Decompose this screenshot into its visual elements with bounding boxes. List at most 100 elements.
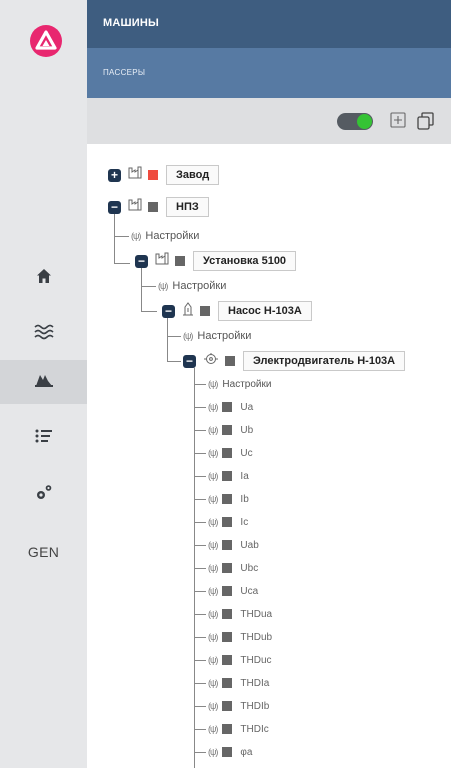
channel-item[interactable]: (ψ) Uca bbox=[208, 580, 258, 602]
status-square bbox=[222, 724, 233, 734]
tree-connector bbox=[141, 286, 156, 287]
signal-icon: (ψ) bbox=[208, 379, 218, 389]
signal-icon: (ψ) bbox=[208, 425, 218, 435]
status-square bbox=[222, 425, 233, 435]
expand-icon[interactable]: + bbox=[108, 168, 121, 182]
channel-item[interactable]: (ψ) Uc bbox=[208, 442, 253, 464]
gen-label: GEN bbox=[27, 544, 60, 560]
channel-item[interactable]: (ψ) Ubc bbox=[208, 557, 258, 579]
toggle-knob bbox=[357, 114, 372, 129]
factory-icon bbox=[155, 252, 169, 270]
channel-item[interactable]: (ψ) Ic bbox=[208, 511, 248, 533]
view-toggle[interactable] bbox=[337, 113, 373, 130]
channel-item[interactable]: (ψ) THDuc bbox=[208, 649, 272, 671]
status-square bbox=[222, 471, 233, 481]
list-nav-button[interactable] bbox=[0, 416, 87, 460]
pump-icon bbox=[182, 301, 194, 321]
tree-node-settings[interactable]: (ψ) Настройки bbox=[183, 325, 251, 347]
status-square bbox=[222, 609, 233, 619]
channel-label: Uab bbox=[240, 539, 259, 551]
tree-connector bbox=[194, 545, 206, 546]
channel-item[interactable]: (ψ) Ub bbox=[208, 419, 253, 441]
collapse-icon[interactable]: − bbox=[162, 304, 175, 318]
node-label[interactable]: Насос Н-103А bbox=[218, 301, 312, 321]
signal-icon: (ψ) bbox=[208, 724, 218, 734]
status-square bbox=[200, 306, 210, 316]
node-label[interactable]: Электродвигатель Н-103А bbox=[243, 351, 406, 371]
status-square bbox=[222, 494, 233, 504]
tree-connector bbox=[194, 407, 206, 408]
list-icon bbox=[35, 429, 53, 448]
subsection-title[interactable]: ПАССЕРЫ bbox=[103, 68, 145, 77]
tree-connector bbox=[194, 591, 206, 592]
gen-nav-button[interactable]: GEN bbox=[0, 530, 87, 574]
tree-node-settings[interactable]: (ψ) Настройки bbox=[158, 275, 226, 297]
channel-label: Ub bbox=[240, 424, 254, 436]
machine-tree: + Завод − НПЗ (ψ) Настройки − Установка … bbox=[87, 144, 451, 768]
subsection-header: ПАССЕРЫ bbox=[87, 48, 451, 98]
signal-icon: (ψ) bbox=[131, 231, 141, 241]
tree-node-root1[interactable]: + Завод bbox=[108, 164, 220, 186]
expand-all-icon[interactable] bbox=[389, 111, 407, 129]
channel-label: THDuc bbox=[240, 654, 272, 666]
channel-label: Ic bbox=[240, 516, 249, 528]
channel-item[interactable]: (ψ) THDua bbox=[208, 603, 272, 625]
tree-connector bbox=[114, 236, 115, 263]
signal-icon: (ψ) bbox=[208, 540, 218, 550]
tree-node-motor[interactable]: − Электродвигатель Н-103А bbox=[183, 350, 406, 372]
tree-node-pump[interactable]: − Насос Н-103А bbox=[162, 300, 312, 322]
channel-item[interactable]: (ψ) Ua bbox=[208, 396, 253, 418]
channel-label: THDIb bbox=[240, 700, 270, 712]
channel-item[interactable]: (ψ) THDIc bbox=[208, 718, 269, 740]
tree-connector bbox=[141, 311, 157, 312]
home-nav-button[interactable] bbox=[0, 256, 87, 300]
factory-icon bbox=[128, 166, 142, 184]
tree-connector bbox=[194, 614, 206, 615]
status-square bbox=[222, 517, 233, 527]
status-square bbox=[222, 701, 233, 711]
signal-icon: (ψ) bbox=[208, 655, 218, 665]
tree-node-settings[interactable]: (ψ) Настройки bbox=[131, 225, 199, 247]
collapse-icon[interactable]: − bbox=[135, 254, 148, 268]
signal-icon: (ψ) bbox=[208, 517, 218, 527]
app-window: GEN МАШИНЫ ПАССЕРЫ + Завод − НПЗ (ψ) Нас… bbox=[0, 0, 451, 768]
node-label[interactable]: Установка 5100 bbox=[193, 251, 297, 271]
signal-icon: (ψ) bbox=[208, 632, 218, 642]
app-logo-icon[interactable] bbox=[30, 25, 62, 57]
channel-item[interactable]: (ψ) THDIb bbox=[208, 695, 269, 717]
node-label[interactable]: Завод bbox=[166, 165, 220, 185]
status-square bbox=[222, 448, 233, 458]
status-square bbox=[225, 356, 235, 366]
copy-icon[interactable] bbox=[416, 111, 434, 130]
status-square bbox=[175, 256, 185, 266]
waves-nav-button[interactable] bbox=[0, 312, 87, 356]
tree-connector bbox=[167, 336, 168, 361]
tree-node-root2[interactable]: − НПЗ bbox=[108, 196, 209, 218]
tree-node-unit[interactable]: − Установка 5100 bbox=[135, 250, 297, 272]
machines-nav-button[interactable] bbox=[0, 360, 87, 404]
node-label[interactable]: НПЗ bbox=[166, 197, 209, 217]
channel-label: THDub bbox=[240, 631, 273, 643]
channel-item[interactable]: (ψ) Ib bbox=[208, 488, 249, 510]
signal-icon: (ψ) bbox=[208, 402, 218, 412]
tree-connector bbox=[194, 752, 206, 753]
status-square bbox=[222, 678, 233, 688]
motor-icon bbox=[203, 352, 219, 370]
channel-label: THDIc bbox=[240, 723, 269, 735]
channel-item[interactable]: (ψ) Uab bbox=[208, 534, 259, 556]
collapse-icon[interactable]: − bbox=[108, 200, 121, 214]
collapse-icon[interactable]: − bbox=[183, 354, 196, 368]
section-title: МАШИНЫ bbox=[103, 17, 159, 29]
signal-icon: (ψ) bbox=[208, 448, 218, 458]
tree-connector bbox=[194, 384, 206, 385]
settings-nav-button[interactable] bbox=[0, 472, 87, 516]
channel-item[interactable]: (ψ) THDIa bbox=[208, 672, 269, 694]
tree-connector bbox=[114, 236, 129, 237]
tree-node-settings[interactable]: (ψ) Настройки bbox=[208, 373, 271, 395]
signal-icon: (ψ) bbox=[208, 747, 218, 757]
channel-item[interactable]: (ψ) φa bbox=[208, 741, 252, 763]
status-square bbox=[222, 747, 233, 757]
channel-item[interactable]: (ψ) Ia bbox=[208, 465, 249, 487]
channel-label: Ua bbox=[240, 401, 254, 413]
channel-item[interactable]: (ψ) THDub bbox=[208, 626, 272, 648]
